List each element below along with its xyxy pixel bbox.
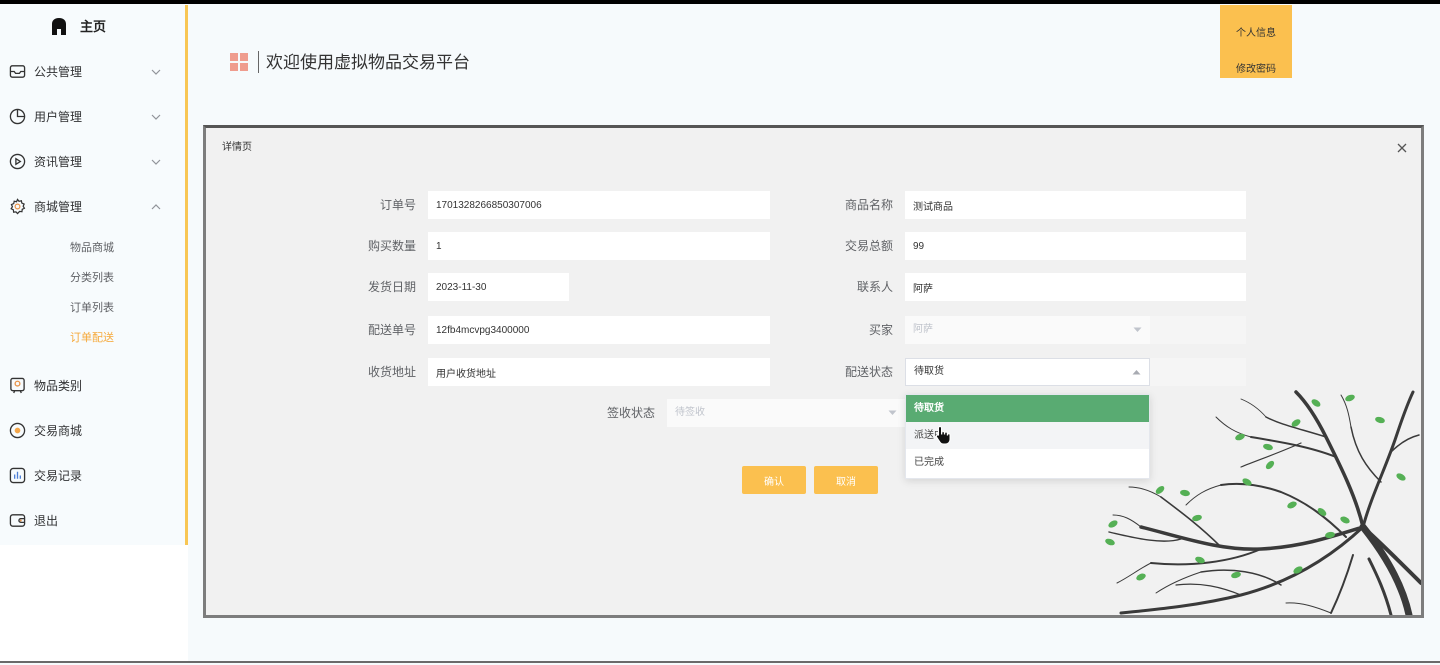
sidebar-border [185, 5, 188, 545]
sidebar-item-trade-mall[interactable]: 交易商城 [0, 408, 185, 453]
sidebar-item-news[interactable]: 资讯管理 [0, 139, 185, 184]
buyer-select-container: 阿萨 [905, 316, 1246, 344]
home-icon [52, 18, 66, 35]
sidebar-item-label: 退出 [34, 514, 59, 528]
play-circle-icon [9, 153, 26, 170]
pie-chart-icon [9, 108, 26, 125]
sidebar-home[interactable]: 主页 [0, 4, 185, 49]
chevron-up-icon[interactable] [151, 204, 161, 210]
hand-pointer-icon [935, 425, 951, 445]
address-label: 收货地址 [367, 365, 416, 379]
address-input[interactable] [428, 358, 770, 386]
sidebar-item-label: 交易记录 [34, 469, 83, 483]
cancel-button[interactable]: 取消 [814, 466, 878, 494]
wallet-icon [9, 514, 26, 527]
sidebar-home-label: 主页 [80, 19, 107, 34]
product-name-input[interactable] [905, 191, 1246, 219]
profile-button[interactable]: 个人信息 [1220, 5, 1292, 57]
sidebar-item-goods-category[interactable]: 物品类别 [0, 363, 185, 408]
product-name-label: 商品名称 [844, 198, 893, 212]
sun-icon [9, 422, 26, 439]
sidebar-item-users[interactable]: 用户管理 [0, 94, 185, 139]
ship-date-input[interactable] [428, 273, 569, 301]
chevron-down-icon [888, 410, 897, 415]
quantity-input[interactable] [428, 232, 770, 260]
order-no-input[interactable] [428, 191, 770, 219]
sign-status-select[interactable]: 待签收 [667, 399, 905, 427]
sidebar: 主页 公共管理 用户管理 资讯管理 商城管理 物品商城 分类列表 订单列表 订单… [0, 4, 185, 545]
sidebar-subitem-order-list[interactable]: 订单列表 [0, 293, 185, 323]
dialog-title: 详情页 [222, 142, 252, 153]
chevron-down-icon[interactable] [151, 69, 161, 75]
order-no-label: 订单号 [379, 198, 416, 212]
delivery-status-label: 配送状态 [844, 365, 893, 379]
window-bottom-border [0, 661, 1440, 663]
sidebar-item-public[interactable]: 公共管理 [0, 49, 185, 94]
sidebar-item-label: 资讯管理 [34, 155, 83, 169]
sidebar-submenu-mall: 物品商城 分类列表 订单列表 订单配送 [0, 233, 185, 363]
confirm-button[interactable]: 确认 [742, 466, 806, 494]
delivery-status-value: 待取货 [914, 366, 944, 377]
settings-icon [10, 198, 26, 215]
delivery-no-input[interactable] [428, 316, 770, 344]
header-divider [258, 51, 259, 73]
change-password-button[interactable]: 修改密码 [1220, 57, 1292, 78]
page-title: 欢迎使用虚拟物品交易平台 [266, 53, 470, 72]
sidebar-item-label: 用户管理 [34, 110, 83, 124]
dropdown-option[interactable]: 已完成 [906, 449, 1149, 476]
delivery-status-select[interactable]: 待取货 [905, 358, 1150, 386]
window-top-bar [0, 0, 1440, 4]
contact-label: 联系人 [856, 280, 893, 294]
sign-status-label: 签收状态 [606, 406, 655, 420]
buyer-select-value: 阿萨 [913, 324, 933, 335]
sidebar-item-mall[interactable]: 商城管理 [0, 184, 185, 229]
sidebar-item-label: 公共管理 [34, 65, 83, 79]
total-label: 交易总额 [844, 239, 893, 253]
detail-dialog: 详情页 订单号 商品名称 购买数量 交易总额 发货日期 联系人 配送单号 买家 … [203, 125, 1424, 618]
sidebar-empty-area [0, 545, 188, 661]
sidebar-item-trade-records[interactable]: 交易记录 [0, 453, 185, 498]
sidebar-subitem-goods-mall[interactable]: 物品商城 [0, 233, 185, 263]
bar-chart-icon [9, 467, 26, 484]
inbox-icon [9, 65, 26, 78]
chevron-up-icon [1132, 370, 1141, 375]
badge-icon [10, 377, 25, 394]
close-button[interactable] [1396, 141, 1408, 153]
sign-status-value: 待签收 [675, 407, 705, 418]
contact-input[interactable] [905, 273, 1246, 301]
delivery-no-label: 配送单号 [367, 323, 416, 337]
total-input[interactable] [905, 232, 1246, 260]
delivery-status-container: 待取货 [905, 358, 1246, 386]
buyer-select[interactable]: 阿萨 [905, 316, 1150, 344]
dropdown-option[interactable]: 待取货 [906, 395, 1149, 422]
chevron-down-icon [1133, 327, 1142, 332]
chevron-down-icon[interactable] [151, 114, 161, 120]
sidebar-item-label: 商城管理 [34, 200, 83, 214]
sidebar-item-label: 交易商城 [34, 424, 83, 438]
grid-icon [230, 53, 248, 71]
close-icon [1397, 143, 1407, 153]
sidebar-subitem-order-delivery[interactable]: 订单配送 [0, 323, 185, 353]
ship-date-label: 发货日期 [367, 280, 416, 294]
sidebar-item-logout[interactable]: 退出 [0, 498, 185, 543]
chevron-down-icon[interactable] [151, 159, 161, 165]
buyer-label: 买家 [868, 323, 893, 337]
sidebar-subitem-category-list[interactable]: 分类列表 [0, 263, 185, 293]
sidebar-item-label: 物品类别 [34, 379, 83, 393]
quantity-label: 购买数量 [367, 239, 416, 253]
